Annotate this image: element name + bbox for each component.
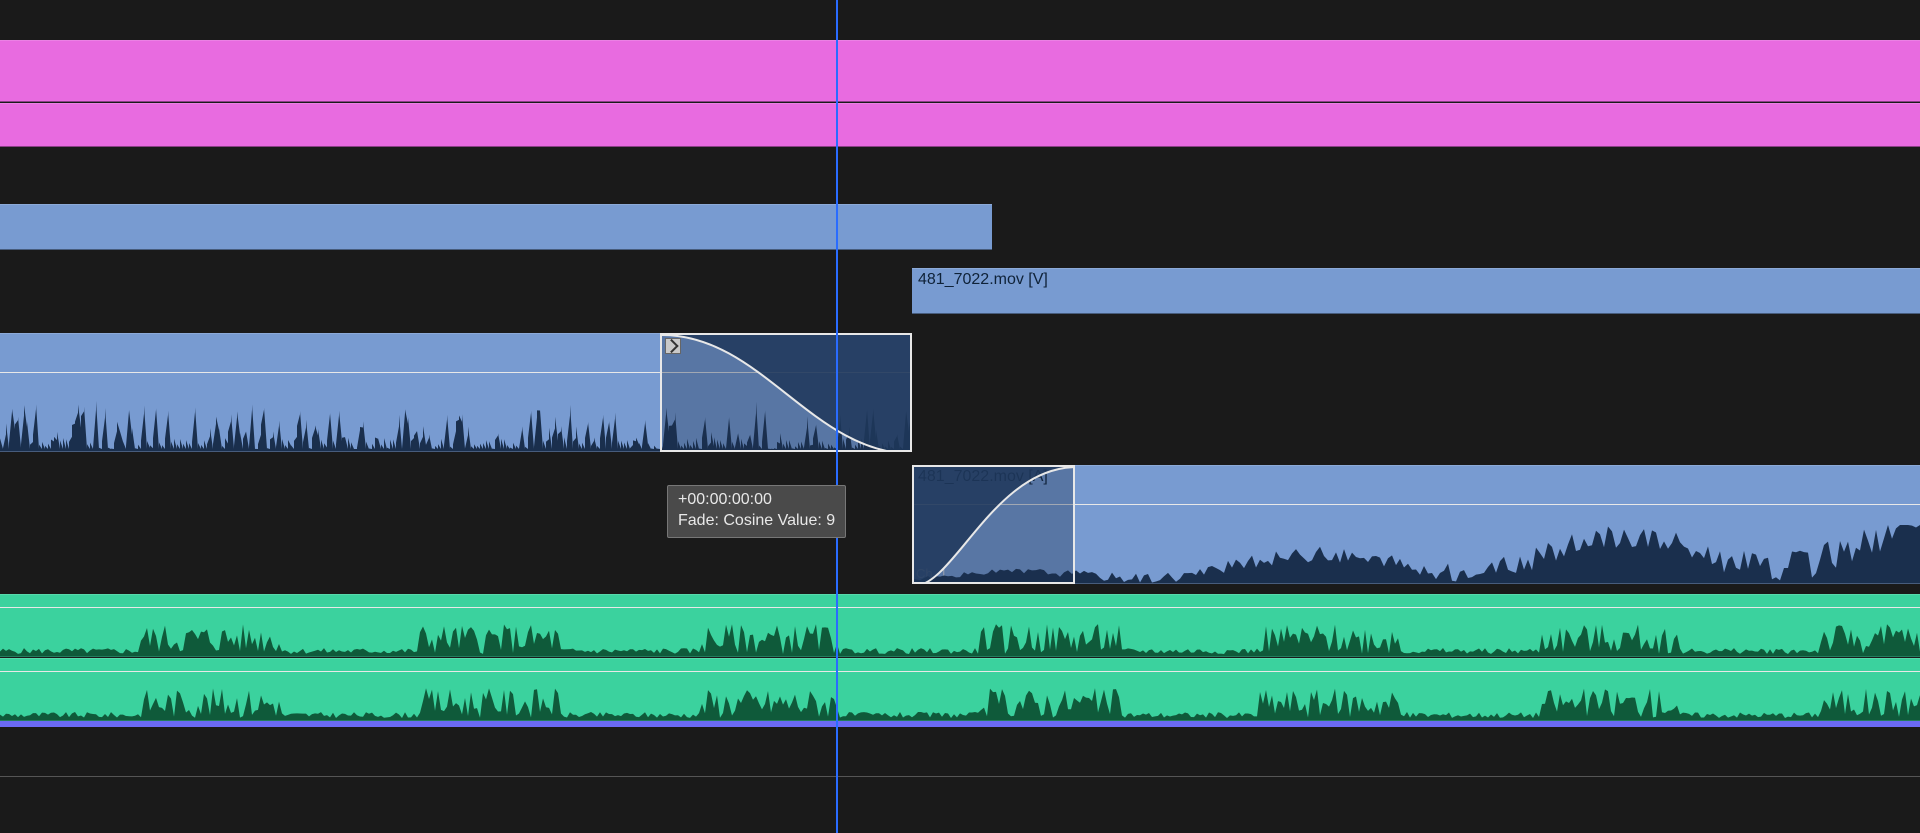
fade-tooltip: +00:00:00:00 Fade: Cosine Value: 9	[667, 485, 846, 538]
waveform	[0, 616, 1920, 656]
audio-fade-in[interactable]	[912, 465, 1075, 584]
video-clip-blue[interactable]	[0, 204, 992, 250]
audio-fade-out[interactable]	[660, 333, 912, 452]
audio-track-3-right[interactable]	[0, 658, 1920, 721]
video-track-4-upper[interactable]	[0, 40, 1920, 102]
playhead[interactable]	[836, 0, 838, 833]
marker-bar[interactable]	[0, 721, 1920, 727]
video-track-2[interactable]: 481_7022.mov [V]	[0, 268, 1920, 314]
audio-track-1[interactable]	[0, 333, 1920, 452]
fade-fx-icon[interactable]	[665, 338, 681, 354]
fade-curve-in-icon	[914, 467, 1075, 584]
audio-clip-green[interactable]	[0, 658, 1920, 721]
video-clip-labeled[interactable]: 481_7022.mov [V]	[912, 268, 1920, 314]
tooltip-value: Fade: Cosine Value: 9	[678, 511, 835, 532]
video-clip-pink[interactable]	[0, 103, 1920, 147]
fade-curve-out-icon	[662, 335, 912, 452]
tooltip-timecode: +00:00:00:00	[678, 490, 835, 511]
track-divider	[0, 776, 1920, 777]
audio-track-2[interactable]: 481_7022.mov [A] Ch. 1	[0, 465, 1920, 584]
audio-clip-green[interactable]	[0, 594, 1920, 657]
video-clip-pink[interactable]	[0, 40, 1920, 102]
waveform	[0, 680, 1920, 720]
clip-label: 481_7022.mov [V]	[918, 271, 1048, 289]
volume-line[interactable]	[0, 671, 1920, 672]
video-track-3[interactable]	[0, 204, 1920, 250]
audio-track-4[interactable]	[0, 732, 1920, 778]
volume-line[interactable]	[0, 607, 1920, 608]
video-track-4-lower[interactable]	[0, 103, 1920, 147]
audio-track-3-left[interactable]	[0, 594, 1920, 657]
